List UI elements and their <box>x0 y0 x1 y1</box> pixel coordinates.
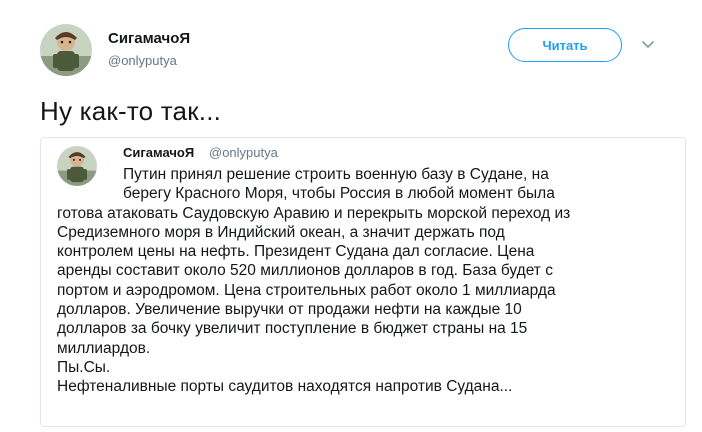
author-handle[interactable]: @onlyputya <box>108 53 177 68</box>
tweet-text: Ну как-то так... <box>40 96 222 126</box>
avatar-image <box>40 24 92 76</box>
quoted-text-line: долларов за бочку увеличит поступление в… <box>57 320 528 338</box>
quoted-tweet[interactable]: СигамачоЯ @onlyputya Путин принял решени… <box>40 137 686 427</box>
tweet-header: СигамачоЯ @onlyputya Читать <box>40 24 680 76</box>
avatar[interactable] <box>40 24 92 76</box>
quoted-author-handle[interactable]: @onlyputya <box>209 145 278 160</box>
quoted-text-line: миллиардов. <box>57 339 151 357</box>
quoted-author-name[interactable]: СигамачоЯ <box>123 145 194 160</box>
quoted-text-line: Путин принял решение строить военную баз… <box>123 166 549 183</box>
quoted-text-line: долларов. Увеличение выручки от продажи … <box>57 301 522 319</box>
quoted-text-line: контролем цены на нефть. Президент Судан… <box>57 243 535 261</box>
quoted-text-line: Средиземного моря в Индийский океан, а з… <box>57 223 505 241</box>
follow-button[interactable]: Читать <box>508 28 622 62</box>
quoted-tweet-text: Путин принял решение строить военную баз… <box>41 165 681 397</box>
quoted-text-line: готова атаковать Саудовскую Аравию и пер… <box>57 204 571 222</box>
quoted-text-line: Пы.Сы. <box>57 358 111 376</box>
quoted-text-line: Нефтеналивные порты саудитов находятся н… <box>57 378 513 396</box>
author-name[interactable]: СигамачоЯ <box>108 30 190 47</box>
quoted-text-line: берегу Красного Моря, чтобы Россия в люб… <box>123 185 555 203</box>
quoted-text-line: аренды составит около 520 миллионов долл… <box>57 262 553 280</box>
chevron-down-icon[interactable] <box>640 38 656 52</box>
quoted-text-line: портом и аэродромом. Цена строительных р… <box>57 281 556 299</box>
